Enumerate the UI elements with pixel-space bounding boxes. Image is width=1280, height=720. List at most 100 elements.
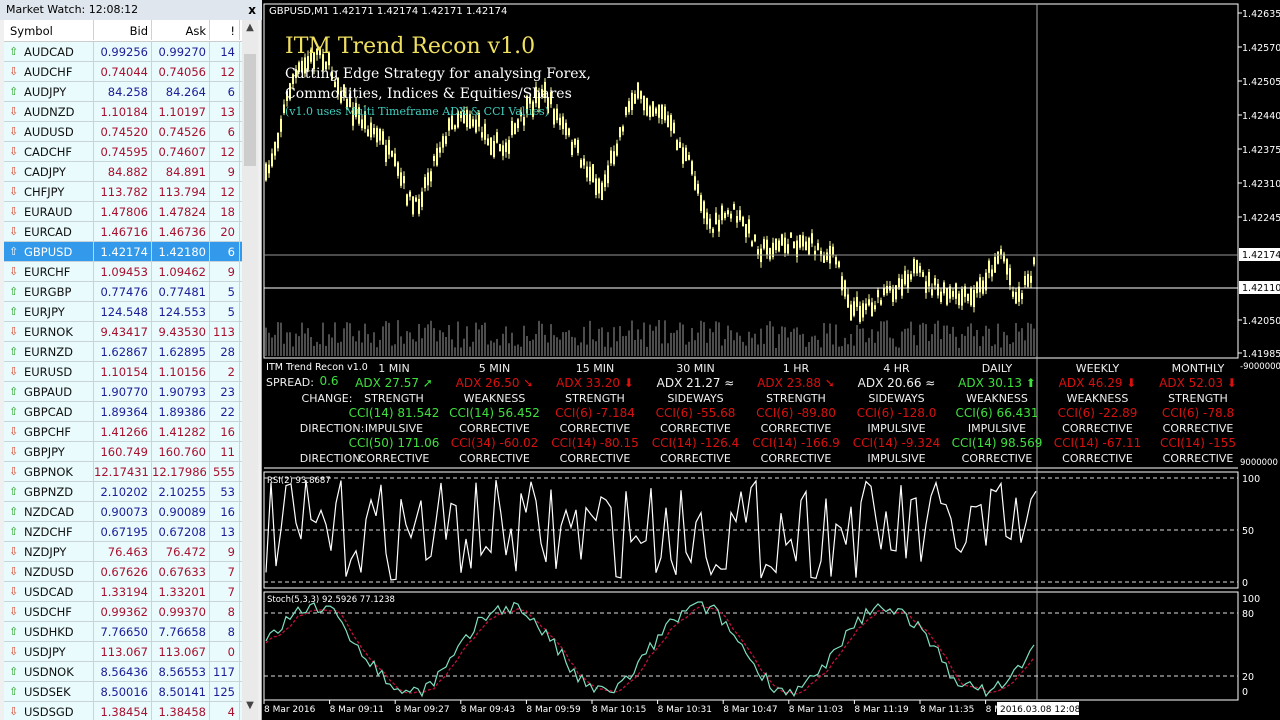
adx-state-text: STRENGTH	[565, 392, 625, 405]
timeframe-label-text: 5 MIN	[478, 362, 511, 375]
candle-body	[775, 238, 777, 251]
ask: 1.62895	[152, 342, 210, 362]
candle-body	[484, 123, 486, 140]
symbol-row-nzdchf[interactable]: ⇧ NZDCHF 0.67195 0.67208 13	[4, 522, 242, 542]
symbol-row-eurcad[interactable]: ⇩ EURCAD 1.46716 1.46736 20	[4, 222, 242, 242]
bid: 7.76650	[94, 622, 152, 642]
spread: 4	[210, 702, 240, 720]
candle-body	[961, 288, 963, 306]
symbol-row-gbpchf[interactable]: ⇩ GBPCHF 1.41266 1.41282 16	[4, 422, 242, 442]
header-symbol[interactable]: Symbol	[4, 20, 94, 40]
candle-body	[958, 293, 960, 306]
indicator-scale-top: -9000000	[1240, 362, 1280, 372]
spread: 22	[210, 402, 240, 422]
symbol-row-audchf[interactable]: ⇩ AUDCHF 0.74044 0.74056 12	[4, 62, 242, 82]
candle-body	[658, 104, 660, 118]
candle-body	[370, 122, 372, 138]
scrollbar[interactable]: ▲ ▼	[242, 20, 258, 720]
symbol-row-usdsgd[interactable]: ⇩ USDSGD 1.38454 1.38458 4	[4, 702, 242, 720]
symbol-row-gbpcad[interactable]: ⇧ GBPCAD 1.89364 1.89386 22	[4, 402, 242, 422]
candle-body	[973, 289, 975, 308]
symbol-row-eurchf[interactable]: ⇩ EURCHF 1.09453 1.09462 9	[4, 262, 242, 282]
symbol-row-gbpusd[interactable]: ⇧ GBPUSD 1.42174 1.42180 6	[4, 242, 242, 262]
symbol-row-audusd[interactable]: ⇩ AUDUSD 0.74520 0.74526 6	[4, 122, 242, 142]
candle-body	[472, 119, 474, 127]
header-ask[interactable]: Ask	[152, 20, 210, 40]
candle-body	[1021, 293, 1023, 300]
close-icon[interactable]: x	[248, 1, 256, 20]
symbol-row-cadjpy[interactable]: ⇩ CADJPY 84.882 84.891 9	[4, 162, 242, 182]
brand-line-2: Commodities, Indices & Equities/Shares	[285, 86, 572, 102]
bid: 1.62867	[94, 342, 152, 362]
header-bid[interactable]: Bid	[94, 20, 152, 40]
symbol-row-nzdcad[interactable]: ⇧ NZDCAD 0.90073 0.90089 16	[4, 502, 242, 522]
symbol-row-audcad[interactable]: ⇧ AUDCAD 0.99256 0.99270 14	[4, 42, 242, 62]
candle-body	[610, 150, 612, 164]
bid: 0.74520	[94, 122, 152, 142]
price-tick-label: 1.42375	[1242, 145, 1280, 156]
symbol-row-usdsek[interactable]: ⇧ USDSEK 8.50016 8.50141 125	[4, 682, 242, 702]
symbol-row-eurusd[interactable]: ⇩ EURUSD 1.10154 1.10156 2	[4, 362, 242, 382]
symbol-row-usdchf[interactable]: ⇩ USDCHF 0.99362 0.99370 8	[4, 602, 242, 622]
symbol-row-chfjpy[interactable]: ⇩ CHFJPY 113.782 113.794 12	[4, 182, 242, 202]
symbol-row-usdjpy[interactable]: ⇩ USDJPY 113.067 113.067 0	[4, 642, 242, 662]
scroll-down-icon[interactable]: ▼	[242, 700, 258, 716]
symbol-row-eurnzd[interactable]: ⇧ EURNZD 1.62867 1.62895 28	[4, 342, 242, 362]
symbol-row-euraud[interactable]: ⇩ EURAUD 1.47806 1.47824 18	[4, 202, 242, 222]
candle-body	[637, 82, 639, 99]
chart-window[interactable]: 1.42635 1.42570 1.42505 1.42440 1.42375 1.423…	[262, 0, 1280, 720]
rsi-tick-label: 50	[1242, 526, 1254, 537]
header-spread[interactable]: !	[210, 20, 240, 40]
symbol-row-gbpnzd[interactable]: ⇧ GBPNZD 2.10202 2.10255 53	[4, 482, 242, 502]
candle-body	[793, 241, 795, 249]
time-label: 8 Mar 11:35	[920, 705, 974, 715]
cci-short-text: CCI(6) -22.89	[1057, 406, 1138, 420]
symbol: GBPNOK	[4, 462, 94, 482]
symbol-row-gbpnok[interactable]: ⇩ GBPNOK 12.17431 12.17986 555	[4, 462, 242, 482]
timeframe-label-text: DAILY	[981, 362, 1013, 375]
symbol: USDJPY	[4, 642, 94, 662]
arrow-up-icon: ⬆	[1021, 376, 1036, 390]
symbol-row-usdcad[interactable]: ⇩ USDCAD 1.33194 1.33201 7	[4, 582, 242, 602]
scroll-up-icon[interactable]: ▲	[242, 22, 258, 38]
symbol-row-gbpjpy[interactable]: ⇩ GBPJPY 160.749 160.760 11	[4, 442, 242, 462]
candle-body	[433, 155, 435, 162]
cci-short-text: CCI(6) -78.8	[1161, 406, 1235, 420]
symbol-row-gbpaud[interactable]: ⇧ GBPAUD 1.90770 1.90793 23	[4, 382, 242, 402]
symbol-row-audnzd[interactable]: ⇩ AUDNZD 1.10184 1.10197 13	[4, 102, 242, 122]
bid: 1.33194	[94, 582, 152, 602]
scrollbar-thumb[interactable]	[244, 54, 256, 166]
direction-short-text: CORRECTIVE	[459, 422, 530, 435]
adx-value: ADX 23.88 ➘	[757, 376, 835, 390]
ask: 8.56553	[152, 662, 210, 682]
candle-body	[838, 261, 840, 268]
stoch-pane-border	[263, 591, 1239, 701]
candle-body	[427, 172, 429, 186]
candle-body	[406, 194, 408, 206]
symbol-row-usdnok[interactable]: ⇧ USDNOK 8.56436 8.56553 117	[4, 662, 242, 682]
ask: 0.99270	[152, 42, 210, 62]
candle-body	[523, 117, 525, 126]
candle-body	[865, 303, 867, 311]
time-label: 8 Mar 09:11	[330, 705, 384, 715]
adx-state: WEAKNESS	[1067, 392, 1129, 405]
direction-short-text: CORRECTIVE	[760, 422, 832, 435]
candle-body	[808, 237, 810, 256]
candle-body	[994, 256, 996, 273]
symbol-row-eurjpy[interactable]: ⇧ EURJPY 124.548 124.553 5	[4, 302, 242, 322]
symbol-row-eurgbp[interactable]: ⇧ EURGBP 0.77476 0.77481 5	[4, 282, 242, 302]
symbol-row-nzdjpy[interactable]: ⇩ NZDJPY 76.463 76.472 9	[4, 542, 242, 562]
bid: 1.46716	[94, 222, 152, 242]
symbol-row-nzdusd[interactable]: ⇩ NZDUSD 0.67626 0.67633 7	[4, 562, 242, 582]
timeframe-label-text: WEEKLY	[1075, 362, 1120, 375]
symbol-row-eurnok[interactable]: ⇩ EURNOK 9.43417 9.43530 113	[4, 322, 242, 342]
direction-short-text: CORRECTIVE	[660, 422, 731, 435]
symbol-row-audjpy[interactable]: ⇧ AUDJPY 84.258 84.264 6	[4, 82, 242, 102]
candle-body	[487, 138, 489, 146]
direction-short: CORRECTIVE	[1163, 422, 1234, 435]
symbol-row-usdhkd[interactable]: ⇧ USDHKD 7.76650 7.76658 8	[4, 622, 242, 642]
candle-body	[598, 178, 600, 194]
candle-body	[682, 147, 684, 164]
cci-long: CCI(14) -80.15	[551, 436, 638, 450]
symbol-row-cadchf[interactable]: ⇩ CADCHF 0.74595 0.74607 12	[4, 142, 242, 162]
